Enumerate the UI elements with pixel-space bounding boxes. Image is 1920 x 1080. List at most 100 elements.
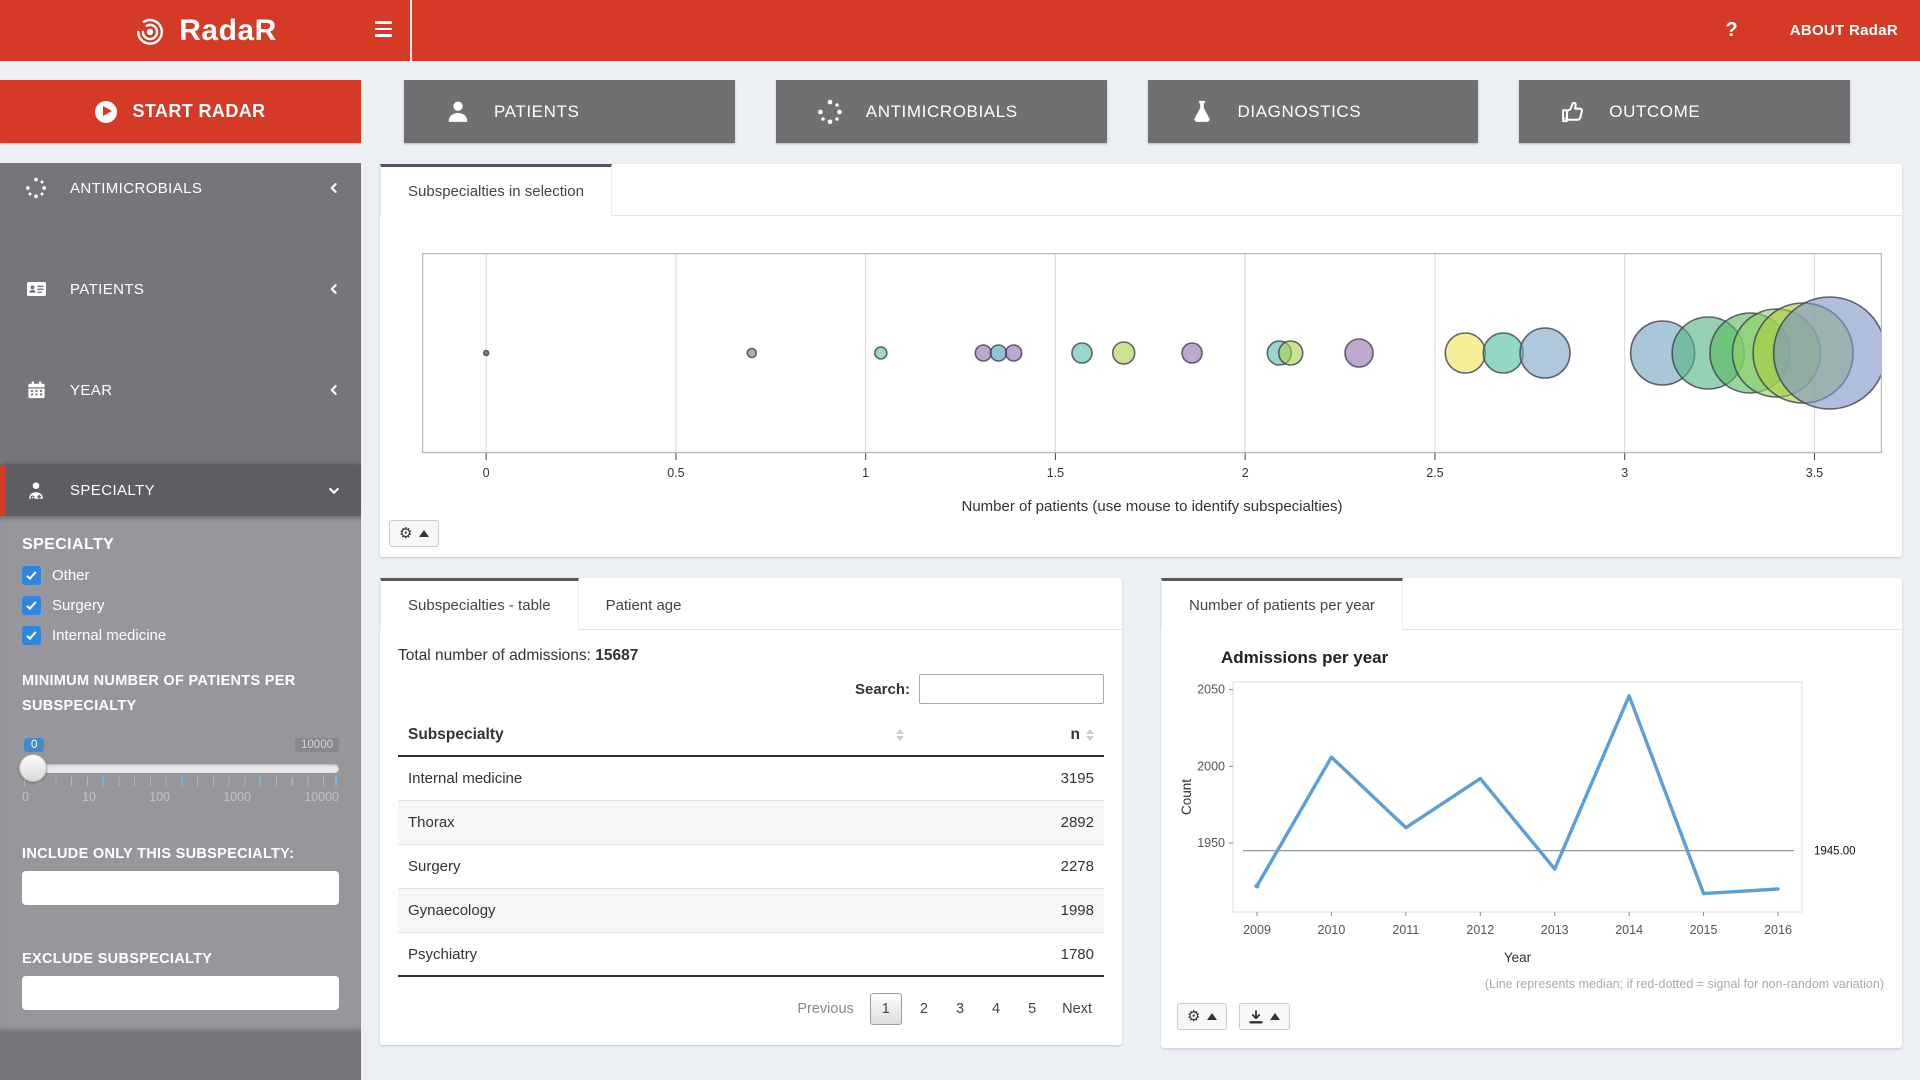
table-row[interactable]: Psychiatry 1780: [398, 933, 1104, 977]
svg-text:2012: 2012: [1466, 923, 1494, 937]
start-radar-button[interactable]: START RADAR: [0, 80, 361, 143]
tab-label: Patient age: [605, 596, 682, 614]
microbe-dots-icon: [23, 176, 49, 200]
svg-text:0: 0: [483, 466, 490, 480]
sidebar-item-year[interactable]: YEAR: [0, 365, 361, 415]
tab-label: Number of patients per year: [1189, 597, 1375, 614]
sidebar-item-specialty[interactable]: SPECIALTY: [0, 465, 361, 516]
table-row[interactable]: Gynaecology 1998: [398, 889, 1104, 933]
microbe-dots-icon: [814, 98, 846, 126]
sidebar-item-patients[interactable]: PATIENTS: [0, 264, 361, 314]
table-row[interactable]: Surgery 2278: [398, 845, 1104, 889]
slider-tick-label: 100: [149, 789, 171, 804]
admissions-line-chart: 1950 2000 2050 2009 2010 2011 2012 2013 2014 2015…: [1179, 681, 1856, 965]
svg-text:2016: 2016: [1764, 923, 1792, 937]
nav-button-label: DIAGNOSTICS: [1237, 101, 1362, 121]
slider-value-badge: 0: [24, 737, 45, 752]
app-title: RadaR: [179, 13, 277, 47]
cell-n: 1780: [1060, 945, 1094, 963]
include-subspecialty-label: INCLUDE ONLY THIS SUBSPECIALTY:: [22, 845, 295, 862]
sidebar-item-label: YEAR: [70, 381, 113, 399]
exclude-subspecialty-input[interactable]: [22, 975, 339, 1010]
pagination-next[interactable]: Next: [1050, 994, 1104, 1024]
nav-button-label: OUTCOME: [1609, 101, 1701, 121]
checkbox-other[interactable]: Other: [22, 566, 339, 585]
checkbox-internal-medicine[interactable]: Internal medicine: [22, 626, 339, 645]
pagination-previous[interactable]: Previous: [785, 994, 865, 1024]
tab-subspecialties-table[interactable]: Subspecialties - table: [380, 578, 579, 630]
bubble-chart[interactable]: 0 0.5 1 1.5 2 2.5 3 3.5: [421, 252, 1887, 490]
svg-text:2009: 2009: [1243, 923, 1271, 937]
diagnostics-nav-button[interactable]: DIAGNOSTICS: [1147, 80, 1479, 143]
antimicrobials-nav-button[interactable]: ANTIMICROBIALS: [775, 80, 1107, 143]
svg-text:1: 1: [862, 466, 869, 480]
checkbox-label: Internal medicine: [52, 627, 167, 644]
bottom-row: Subspecialties - table Patient age Total…: [380, 578, 1902, 1048]
cell-n: 2892: [1060, 814, 1094, 831]
doctor-icon: [23, 479, 49, 503]
table-row[interactable]: Internal medicine 3195: [398, 757, 1104, 801]
outcome-nav-button[interactable]: OUTCOME: [1519, 80, 1850, 143]
include-subspecialty-input[interactable]: [22, 870, 339, 905]
total-admissions-label: Total number of admissions:: [398, 647, 591, 664]
tab-patient-age[interactable]: Patient age: [579, 578, 709, 629]
download-button[interactable]: [1239, 1003, 1291, 1030]
svg-text:2014: 2014: [1615, 923, 1643, 937]
line-chart-buttons: ⚙: [1177, 1003, 1886, 1030]
svg-text:1945.00: 1945.00: [1814, 846, 1856, 858]
slider-tick-label: 10000: [304, 789, 339, 804]
search-input[interactable]: [919, 674, 1104, 704]
subspecialties-table-box: Subspecialties - table Patient age Total…: [380, 578, 1122, 1045]
hamburger-icon[interactable]: [375, 21, 392, 37]
person-icon: [442, 98, 474, 126]
nav-button-label: ANTIMICROBIALS: [865, 101, 1018, 121]
table-row[interactable]: Thorax 2892: [398, 801, 1104, 845]
checkbox-label: Other: [52, 567, 90, 584]
play-icon: [95, 100, 118, 123]
subspecialties-bubble-box: Subspecialties in selection 0 0.5 1 1.5 2 2.5…: [380, 164, 1902, 557]
app-logo: RadaR: [0, 0, 412, 61]
table-body: Total number of admissions: 15687 Search…: [380, 630, 1122, 1045]
checkbox-checked-icon: [22, 566, 41, 585]
header-right: ? ABOUT RadaR: [1725, 0, 1920, 61]
column-header-subspecialty[interactable]: Subspecialty: [408, 726, 904, 744]
start-radar-label: START RADAR: [132, 101, 266, 121]
id-card-icon: [23, 277, 49, 301]
bubble-chart-body: 0 0.5 1 1.5 2 2.5 3 3.5 Number of patients (use…: [380, 216, 1902, 557]
patients-per-year-box: Number of patients per year Admissions p…: [1161, 578, 1902, 1048]
column-header-n[interactable]: n: [904, 726, 1094, 744]
slider-track[interactable]: [22, 763, 339, 773]
radar-app: RadaR ? ABOUT RadaR START RADAR ANTIMICR…: [0, 0, 1920, 1080]
checkbox-checked-icon: [22, 596, 41, 615]
bubble-settings-button[interactable]: ⚙: [389, 520, 440, 547]
thumbs-up-icon: [1557, 98, 1589, 126]
tab-label: Subspecialties in selection: [408, 183, 584, 200]
help-icon[interactable]: ?: [1725, 19, 1737, 42]
main-content: PATIENTS ANTIMICROBIALS DIAGNOSTICS OUTC…: [361, 61, 1920, 1080]
about-link[interactable]: ABOUT RadaR: [1790, 22, 1898, 39]
checkbox-surgery[interactable]: Surgery: [22, 596, 339, 615]
tab-subspecialties-in-selection[interactable]: Subspecialties in selection: [380, 164, 612, 216]
table-search-row: Search:: [398, 674, 1104, 704]
patients-nav-button[interactable]: PATIENTS: [404, 80, 735, 143]
pagination-page-2[interactable]: 2: [906, 994, 942, 1024]
chevron-left-icon: [330, 284, 337, 294]
tab-number-of-patients-per-year[interactable]: Number of patients per year: [1161, 578, 1403, 630]
pagination-page-5[interactable]: 5: [1014, 994, 1050, 1024]
radar-logo-icon: [137, 18, 164, 45]
caret-up-icon: [419, 530, 430, 537]
cell-n: 2278: [1060, 858, 1094, 875]
slider-label: MINIMUM NUMBER OF PATIENTS PER SUBSPECIA…: [22, 673, 296, 715]
line-chart-caption: (Line represents median; if red-dotted =…: [1484, 977, 1884, 991]
cell-n: 3195: [1060, 770, 1094, 787]
line-settings-button[interactable]: ⚙: [1177, 1003, 1228, 1030]
pagination-page-1[interactable]: 1: [869, 993, 902, 1025]
specialty-filter-title: SPECIALTY: [22, 536, 115, 553]
pagination-page-4[interactable]: 4: [978, 994, 1014, 1024]
slider-handle[interactable]: [19, 753, 47, 782]
pagination-page-3[interactable]: 3: [942, 994, 978, 1024]
line-chart-body: Admissions per year 1950 2000 2050 2009 2010…: [1161, 630, 1902, 1048]
sidebar-item-antimicrobials[interactable]: ANTIMICROBIALS: [0, 163, 361, 213]
cell-subspecialty: Psychiatry: [408, 945, 478, 963]
chevron-left-icon: [330, 385, 337, 395]
